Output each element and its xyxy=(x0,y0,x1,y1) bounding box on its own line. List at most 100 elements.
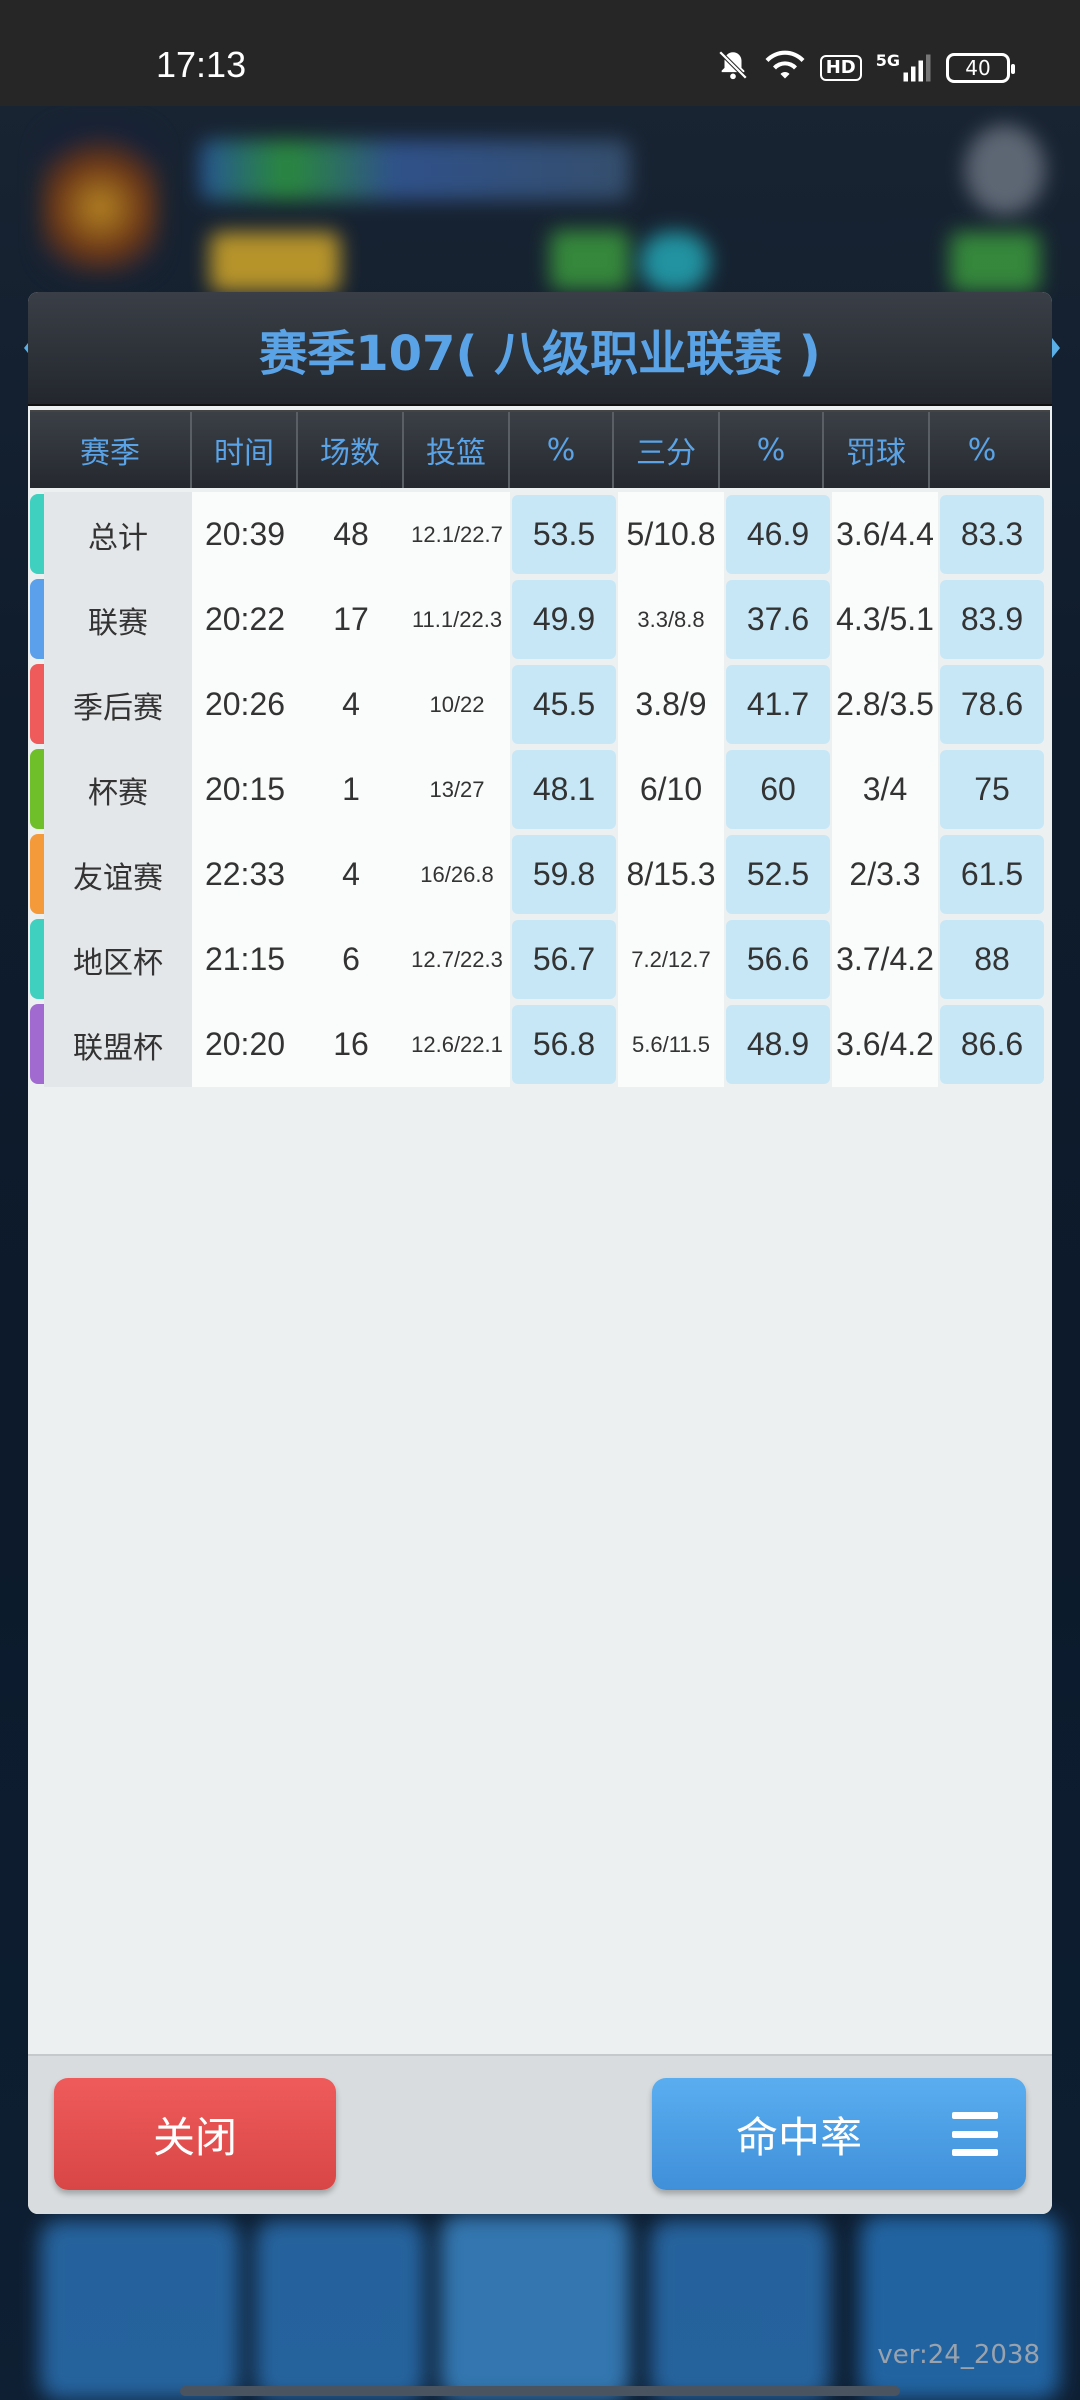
cell-games: 4 xyxy=(298,662,404,747)
cell-ft-percent: 88 xyxy=(940,920,1044,999)
row-color-stripe xyxy=(30,834,44,914)
signal-5g-icon: 5G xyxy=(876,53,932,83)
cell-field-goals: 12.7/22.3 xyxy=(404,917,510,1002)
cell-3p-percent: 48.9 xyxy=(726,1005,830,1084)
cell-ft-percent: 61.5 xyxy=(940,835,1044,914)
battery-icon: 40 xyxy=(946,53,1015,83)
col-header-season[interactable]: 赛季 xyxy=(30,412,192,488)
dialog-footer: 关闭 命中率 xyxy=(28,2054,1052,2214)
cell-three-pointers: 8/15.3 xyxy=(618,832,724,917)
gear-icon xyxy=(965,125,1045,215)
home-indicator[interactable] xyxy=(180,2386,900,2396)
cell-free-throws: 3/4 xyxy=(832,747,938,832)
cell-free-throws: 3.6/4.4 xyxy=(832,492,938,577)
col-header-free-throws[interactable]: 罚球 xyxy=(824,412,930,488)
cell-fg-percent: 48.1 xyxy=(512,750,616,829)
row-color-stripe xyxy=(30,1004,44,1084)
background-nav-star xyxy=(40,2220,240,2400)
cell-games: 16 xyxy=(298,1002,404,1087)
col-header-time[interactable]: 时间 xyxy=(192,412,298,488)
table-row[interactable]: 总计 20:39 48 12.1/22.7 53.5 5/10.8 46.9 3.6/4.4 8… xyxy=(30,492,1050,577)
cell-games: 48 xyxy=(298,492,404,577)
table-row[interactable]: 杯赛 20:15 1 13/27 48.1 6/10 60 3/4 75 xyxy=(30,747,1050,832)
background-coin-icon xyxy=(210,232,340,292)
stats-table-body: 总计 20:39 48 12.1/22.7 53.5 5/10.8 46.9 3.6/4.4 8… xyxy=(30,492,1050,1087)
menu-icon xyxy=(952,2112,998,2156)
table-header: 赛季 时间 场数 投篮 % 三分 % 罚球 % xyxy=(30,410,1050,488)
cell-time: 20:26 xyxy=(192,662,298,747)
cell-free-throws: 2/3.3 xyxy=(832,832,938,917)
table-row[interactable]: 联赛 20:22 17 11.1/22.3 49.9 3.3/8.8 37.6 4.3/5.1… xyxy=(30,577,1050,662)
cell-3p-percent: 56.6 xyxy=(726,920,830,999)
col-header-3p-percent[interactable]: % xyxy=(720,412,824,488)
row-color-stripe xyxy=(30,919,44,999)
background-nav-more xyxy=(860,2215,1060,2400)
hit-rate-button[interactable]: 命中率 xyxy=(652,2078,1026,2190)
status-time: 17:13 xyxy=(156,44,247,85)
cell-fg-percent: 56.7 xyxy=(512,920,616,999)
cell-games: 6 xyxy=(298,917,404,1002)
cell-field-goals: 12.6/22.1 xyxy=(404,1002,510,1087)
background-gem-icon xyxy=(640,232,710,292)
col-header-games[interactable]: 场数 xyxy=(298,412,404,488)
cell-fg-percent: 45.5 xyxy=(512,665,616,744)
cell-field-goals: 16/26.8 xyxy=(404,832,510,917)
cell-field-goals: 10/22 xyxy=(404,662,510,747)
cell-season-name: 友谊赛 xyxy=(44,832,192,917)
bell-muted-icon xyxy=(716,48,750,88)
cell-fg-percent: 49.9 xyxy=(512,580,616,659)
cell-season-name: 总计 xyxy=(44,492,192,577)
col-header-fg-percent[interactable]: % xyxy=(510,412,614,488)
status-icons: HD 5G 40 xyxy=(716,48,1015,88)
season-stats-dialog: 赛季107( 八级职业联赛 ) 赛季 时间 场数 投篮 % 三分 % 罚球 % … xyxy=(28,292,1052,2214)
dialog-title: 赛季107( 八级职业联赛 ) xyxy=(259,326,821,382)
cell-3p-percent: 52.5 xyxy=(726,835,830,914)
cell-time: 20:15 xyxy=(192,747,298,832)
background-nav-chat xyxy=(650,2220,830,2400)
close-button[interactable]: 关闭 xyxy=(54,2078,336,2190)
cell-three-pointers: 5/10.8 xyxy=(618,492,724,577)
table-row[interactable]: 地区杯 21:15 6 12.7/22.3 56.7 7.2/12.7 56.6 3.7/4.… xyxy=(30,917,1050,1002)
version-label: ver:24_2038 xyxy=(877,2340,1040,2370)
cell-games: 4 xyxy=(298,832,404,917)
wifi-icon xyxy=(764,48,806,88)
cell-three-pointers: 3.3/8.8 xyxy=(618,577,724,662)
cell-field-goals: 12.1/22.7 xyxy=(404,492,510,577)
cell-season-name: 地区杯 xyxy=(44,917,192,1002)
cell-3p-percent: 60 xyxy=(726,750,830,829)
cell-fg-percent: 53.5 xyxy=(512,495,616,574)
col-header-field-goals[interactable]: 投篮 xyxy=(404,412,510,488)
cell-free-throws: 2.8/3.5 xyxy=(832,662,938,747)
row-color-stripe xyxy=(30,579,44,659)
dialog-header: 赛季107( 八级职业联赛 ) xyxy=(28,292,1052,406)
table-row[interactable]: 联盟杯 20:20 16 12.6/22.1 56.8 5.6/11.5 48.9 3.6/4… xyxy=(30,1002,1050,1087)
cell-ft-percent: 86.6 xyxy=(940,1005,1044,1084)
cell-season-name: 季后赛 xyxy=(44,662,192,747)
col-header-three-pointers[interactable]: 三分 xyxy=(614,412,720,488)
table-row[interactable]: 季后赛 20:26 4 10/22 45.5 3.8/9 41.7 2.8/3.5 78.6 xyxy=(30,662,1050,747)
cell-free-throws: 3.7/4.2 xyxy=(832,917,938,1002)
hit-rate-label: 命中率 xyxy=(735,2112,862,2162)
cell-ft-percent: 83.9 xyxy=(940,580,1044,659)
cell-season-name: 联盟杯 xyxy=(44,1002,192,1087)
hd-icon: HD xyxy=(819,55,862,81)
cell-three-pointers: 6/10 xyxy=(618,747,724,832)
cell-three-pointers: 3.8/9 xyxy=(618,662,724,747)
cell-season-name: 杯赛 xyxy=(44,747,192,832)
cell-time: 22:33 xyxy=(192,832,298,917)
cell-time: 20:20 xyxy=(192,1002,298,1087)
cell-free-throws: 4.3/5.1 xyxy=(832,577,938,662)
cell-time: 21:15 xyxy=(192,917,298,1002)
cell-fg-percent: 56.8 xyxy=(512,1005,616,1084)
cell-time: 20:39 xyxy=(192,492,298,577)
cell-season-name: 联赛 xyxy=(44,577,192,662)
table-row[interactable]: 友谊赛 22:33 4 16/26.8 59.8 8/15.3 52.5 2/3.3 61.5 xyxy=(30,832,1050,917)
cell-ft-percent: 78.6 xyxy=(940,665,1044,744)
cell-free-throws: 3.6/4.2 xyxy=(832,1002,938,1087)
cell-3p-percent: 41.7 xyxy=(726,665,830,744)
background-nav-yen xyxy=(255,2220,425,2400)
cell-ft-percent: 75 xyxy=(940,750,1044,829)
col-header-ft-percent[interactable]: % xyxy=(930,412,1034,488)
cell-3p-percent: 37.6 xyxy=(726,580,830,659)
cell-three-pointers: 7.2/12.7 xyxy=(618,917,724,1002)
